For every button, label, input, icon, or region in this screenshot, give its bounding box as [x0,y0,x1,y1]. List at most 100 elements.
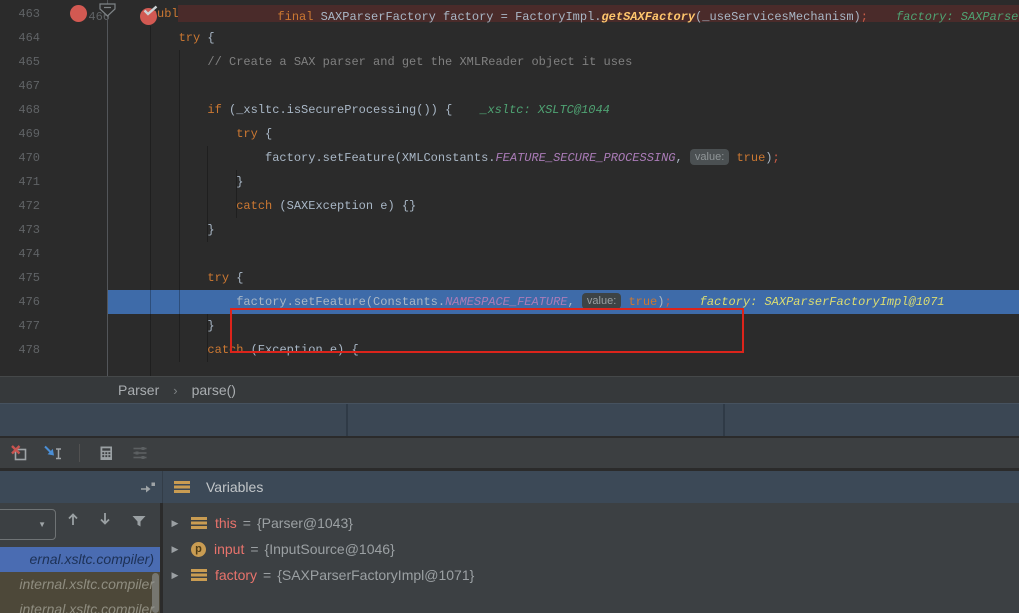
variable-icon [191,517,207,529]
breakpoint-icon[interactable] [140,8,157,25]
code-token: ; [664,295,671,309]
code-token: try [207,271,229,285]
code-token: true [628,295,657,309]
code-line-467[interactable]: 467 [0,74,1019,98]
evaluate-expression-icon[interactable] [95,443,117,463]
code-line-468[interactable]: 468 if (_xsltc.isSecureProcessing()) {_x… [0,98,1019,122]
filter-icon[interactable] [132,515,146,527]
code-line-464[interactable]: 464 try { [0,26,1019,50]
settings-icon[interactable] [129,443,151,463]
variable-row-this[interactable]: ▶this={Parser@1043} [163,510,1019,536]
breadcrumb-method[interactable]: parse() [192,382,236,398]
gutter[interactable]: 474 [0,242,108,266]
jump-to-source-icon[interactable] [140,481,156,493]
debug-columns-strip [0,403,1019,436]
stack-frame-row[interactable]: internal.xsltc.compiler [0,597,160,613]
code-token: ; [861,10,868,24]
code-line-465[interactable]: 465 // Create a SAX parser and get the X… [0,50,1019,74]
thread-selector-dropdown[interactable]: ▼ [0,509,56,540]
gutter[interactable]: 475 [0,266,108,290]
line-number: 472 [18,194,40,218]
frames-toolbar: ▼ [0,503,160,547]
scrollbar[interactable] [152,573,159,613]
code-text[interactable]: if (_xsltc.isSecureProcessing()) {_xsltc… [108,98,1019,122]
variable-value: {InputSource@1046} [265,541,395,557]
variables-icon [174,481,190,493]
code-text-content: } [108,319,215,333]
run-to-cursor-icon[interactable] [42,443,64,463]
gutter[interactable]: 471 [0,170,108,194]
previous-frame-icon[interactable] [66,512,80,526]
code-line-469[interactable]: 469 try { [0,122,1019,146]
code-line-473[interactable]: 473 } [0,218,1019,242]
gutter[interactable]: 469 [0,122,108,146]
indent-guide [236,170,237,218]
code-line-466[interactable]: 466 final SAXParserFactory factory = Fac… [70,5,87,22]
variables-panel: ▶this={Parser@1043}▶pinput={InputSource@… [163,503,1019,613]
variables-list: ▶this={Parser@1043}▶pinput={InputSource@… [163,510,1019,588]
variable-name: input [214,541,244,557]
variable-icon [191,569,207,581]
stack-frame-label: ernal.xsltc.compiler) [30,547,154,572]
gutter[interactable]: 468 [0,98,108,122]
code-text[interactable]: final SAXParserFactory factory = Factory… [178,5,1019,22]
code-line-475[interactable]: 475 try { [0,266,1019,290]
stack-frame-row[interactable]: ernal.xsltc.compiler) [0,547,160,572]
gutter[interactable]: 470 [0,146,108,170]
line-number: 464 [18,26,40,50]
gutter[interactable]: 467 [0,74,108,98]
code-text-content: if (_xsltc.isSecureProcessing()) {_xsltc… [108,103,610,117]
equals-sign: = [243,515,251,531]
code-token: (SAXException e) {} [272,199,416,213]
expand-arrow-icon[interactable]: ▶ [168,544,182,555]
stack-frame-row[interactable]: internal.xsltc.compiler [0,572,160,597]
code-text[interactable]: try { [108,266,1019,290]
code-text-content: } [108,175,243,189]
code-text[interactable]: } [108,170,1019,194]
variable-row-factory[interactable]: ▶factory={SAXParserFactoryImpl@1071} [163,562,1019,588]
gutter[interactable]: 472 [0,194,108,218]
code-text[interactable]: catch (SAXException e) {} [108,194,1019,218]
code-text-content: factory.setFeature(XMLConstants.FEATURE_… [108,151,780,165]
code-token: if [207,103,221,117]
next-frame-icon[interactable] [98,512,112,526]
gutter[interactable]: 464 [0,26,108,50]
code-text[interactable]: try { [108,26,1019,50]
code-text[interactable]: factory.setFeature(XMLConstants.FEATURE_… [108,146,1019,170]
code-editor[interactable]: 463 public SyntaxTreeNode parse(InputSou… [0,0,1019,376]
code-text[interactable]: } [108,218,1019,242]
code-text-content: catch (SAXException e) {} [108,199,416,213]
gutter[interactable]: 473 [0,218,108,242]
variable-name: this [215,515,237,531]
frames-list: ernal.xsltc.compiler)internal.xsltc.comp… [0,547,160,613]
code-text[interactable] [108,74,1019,98]
fold-collapse-icon[interactable] [99,3,116,17]
code-text-content [108,79,121,93]
code-token: final [277,10,313,24]
drop-frame-icon[interactable] [8,443,30,463]
inline-debug-hint: factory: SAXParserFactoryImpl@1071 [896,10,1019,24]
code-token [121,151,265,165]
variable-row-input[interactable]: ▶pinput={InputSource@1046} [163,536,1019,562]
expand-arrow-icon[interactable]: ▶ [168,570,182,581]
code-text[interactable]: try { [108,122,1019,146]
breadcrumb-class[interactable]: Parser [118,382,159,398]
code-text-content: } [108,223,215,237]
code-text-content: // Create a SAX parser and get the XMLRe… [108,55,632,69]
gutter[interactable]: 478 [0,338,108,362]
gutter[interactable]: 476 [0,290,108,314]
code-line-474[interactable]: 474 [0,242,1019,266]
code-line-470[interactable]: 470 factory.setFeature(XMLConstants.FEAT… [0,146,1019,170]
code-line-471[interactable]: 471 } [0,170,1019,194]
code-text-content: try { [108,127,272,141]
gutter[interactable]: 477 [0,314,108,338]
gutter[interactable]: 466 [70,5,178,22]
code-text[interactable] [108,242,1019,266]
code-line-472[interactable]: 472 catch (SAXException e) {} [0,194,1019,218]
gutter[interactable]: 465 [0,50,108,74]
expand-arrow-icon[interactable]: ▶ [168,518,182,529]
variable-name: factory [215,567,257,583]
code-text[interactable]: // Create a SAX parser and get the XMLRe… [108,50,1019,74]
annotation-rectangle [230,308,744,353]
code-text-content [108,247,121,261]
